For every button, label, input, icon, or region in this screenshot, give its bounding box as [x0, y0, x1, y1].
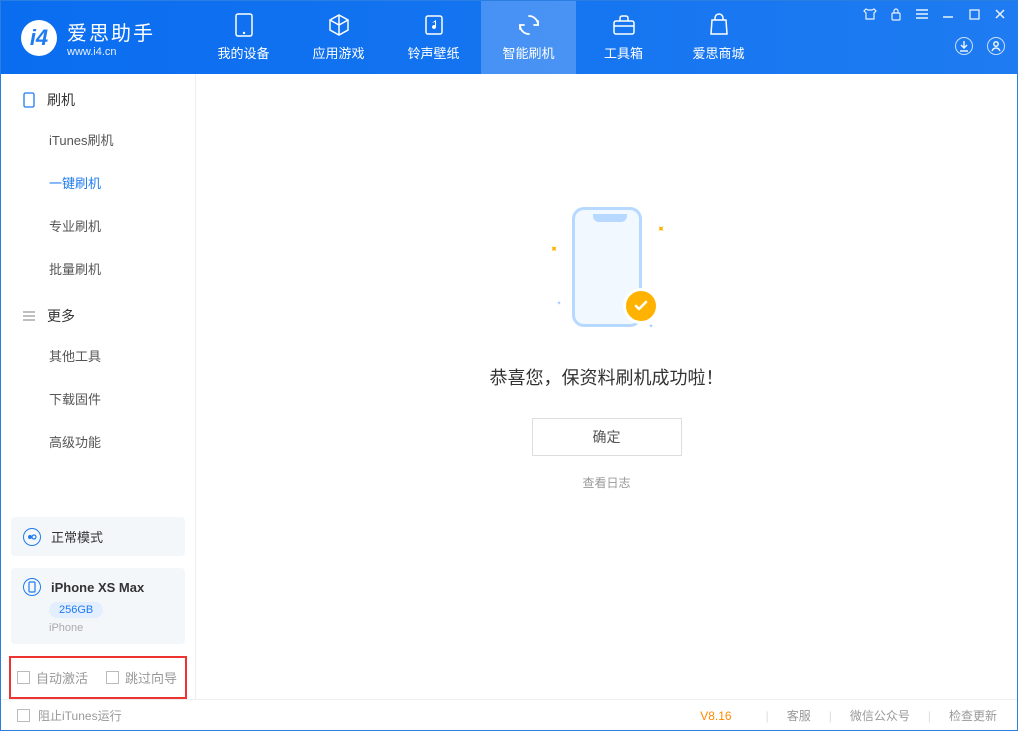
main-content: ✦✦✦✦ 恭喜您，保资料刷机成功啦！ 确定 查看日志 [196, 74, 1017, 699]
nav-apps[interactable]: 应用游戏 [291, 1, 386, 74]
app-logo: i4 爱思助手 www.i4.cn [1, 17, 196, 58]
device-capacity: 256GB [49, 602, 103, 618]
checkbox-icon [106, 671, 119, 684]
nav-ringtone[interactable]: 铃声壁纸 [386, 1, 481, 74]
view-log-link[interactable]: 查看日志 [582, 474, 630, 491]
sidebar-item-advanced[interactable]: 高级功能 [49, 420, 195, 463]
download-button[interactable] [955, 37, 973, 55]
shirt-icon[interactable] [861, 5, 879, 23]
version-label: V8.16 [700, 709, 731, 723]
support-link[interactable]: 客服 [783, 707, 815, 724]
sidebar-group-more: 更多 [1, 290, 195, 334]
device-mode-box[interactable]: 正常模式 [11, 517, 185, 556]
title-bar: i4 爱思助手 www.i4.cn 我的设备 应用游戏 铃声壁纸 智能刷机 工具… [1, 1, 1017, 74]
sidebar: 刷机 iTunes刷机 一键刷机 专业刷机 批量刷机 更多 其他工具 下载固件 … [1, 74, 196, 699]
app-url: www.i4.cn [67, 46, 155, 58]
lock-icon[interactable] [887, 5, 905, 23]
wechat-link[interactable]: 微信公众号 [846, 707, 914, 724]
close-button[interactable] [991, 5, 1009, 23]
nav-my-device[interactable]: 我的设备 [196, 1, 291, 74]
checkbox-icon [17, 709, 30, 722]
sidebar-item-pro-flash[interactable]: 专业刷机 [49, 204, 195, 247]
success-illustration: ✦✦✦✦ [537, 202, 677, 342]
ok-button[interactable]: 确定 [532, 418, 682, 456]
main-nav: 我的设备 应用游戏 铃声壁纸 智能刷机 工具箱 爱思商城 [196, 1, 766, 74]
device-small-icon [23, 578, 41, 596]
options-highlight-box: 自动激活 跳过向导 [9, 656, 187, 699]
nav-store[interactable]: 爱思商城 [671, 1, 766, 74]
phone-icon [21, 92, 37, 108]
music-icon [422, 13, 446, 37]
maximize-button[interactable] [965, 5, 983, 23]
user-button[interactable] [987, 37, 1005, 55]
check-update-link[interactable]: 检查更新 [945, 707, 1001, 724]
cube-icon [327, 13, 351, 37]
device-icon [232, 13, 256, 37]
sidebar-group-flash: 刷机 [1, 74, 195, 118]
sync-icon [517, 13, 541, 37]
list-icon [21, 308, 37, 324]
sidebar-item-itunes-flash[interactable]: iTunes刷机 [49, 118, 195, 161]
device-type: iPhone [49, 622, 173, 634]
bag-icon [707, 13, 731, 37]
checkbox-block-itunes[interactable]: 阻止iTunes运行 [17, 707, 122, 724]
mode-label: 正常模式 [51, 527, 103, 546]
device-info-box[interactable]: iPhone XS Max 256GB iPhone [11, 568, 185, 644]
checkbox-skip-guide[interactable]: 跳过向导 [106, 668, 177, 687]
menu-icon[interactable] [913, 5, 931, 23]
minimize-button[interactable] [939, 5, 957, 23]
mode-icon [23, 528, 41, 546]
logo-icon: i4 [21, 20, 57, 56]
device-name: iPhone XS Max [51, 580, 144, 595]
nav-toolbox[interactable]: 工具箱 [576, 1, 671, 74]
window-controls-top [861, 5, 1009, 23]
header-actions [955, 37, 1005, 55]
checkbox-icon [17, 671, 30, 684]
nav-flash[interactable]: 智能刷机 [481, 1, 576, 74]
toolbox-icon [612, 13, 636, 37]
sidebar-item-download-firmware[interactable]: 下载固件 [49, 377, 195, 420]
sidebar-item-batch-flash[interactable]: 批量刷机 [49, 247, 195, 290]
app-name: 爱思助手 [67, 17, 155, 46]
status-bar: 阻止iTunes运行 V8.16 | 客服 | 微信公众号 | 检查更新 [1, 699, 1017, 731]
sidebar-item-other-tools[interactable]: 其他工具 [49, 334, 195, 377]
success-message: 恭喜您，保资料刷机成功啦！ [490, 364, 724, 390]
checkbox-auto-activate[interactable]: 自动激活 [17, 668, 88, 687]
sidebar-item-onekey-flash[interactable]: 一键刷机 [49, 161, 195, 204]
check-icon [623, 288, 659, 324]
